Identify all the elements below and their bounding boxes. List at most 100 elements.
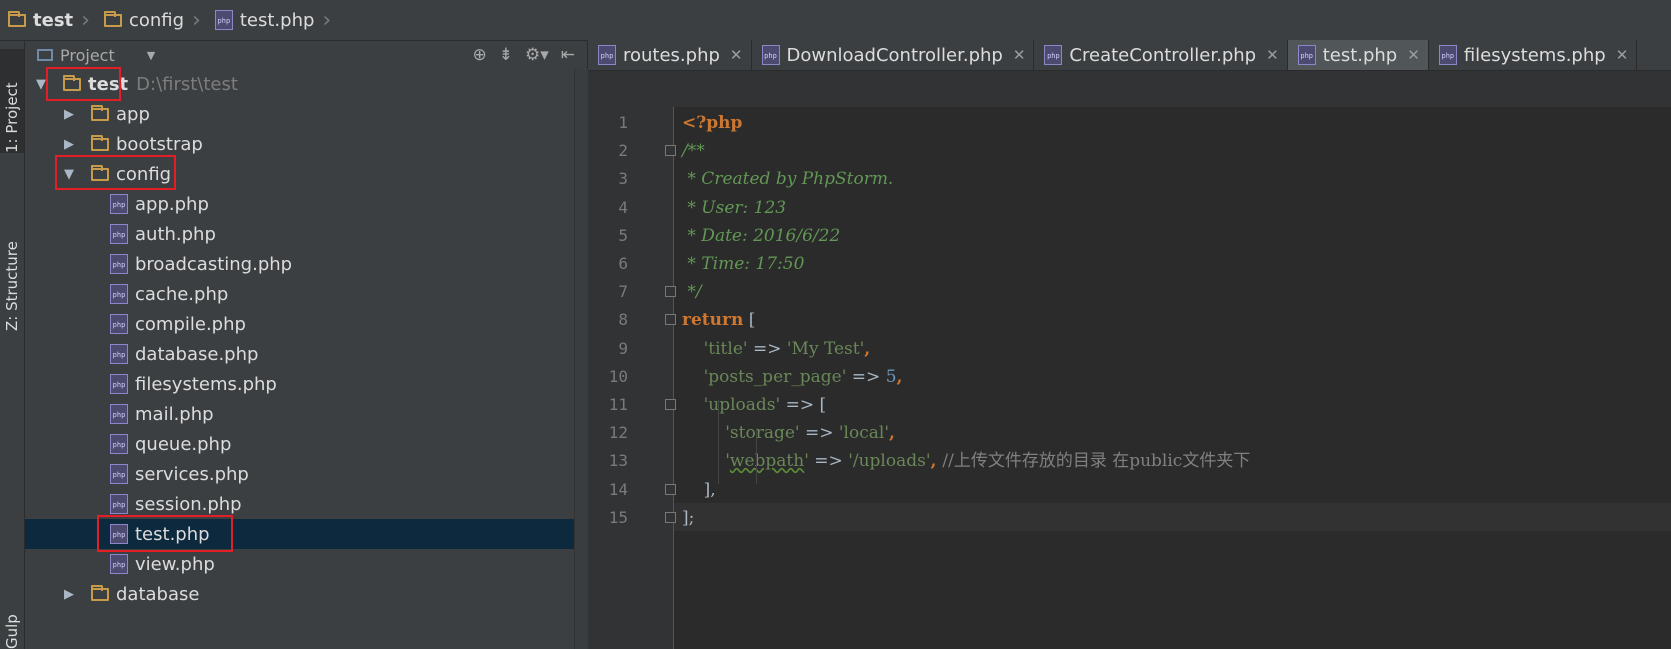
tree-item-label: view.php — [135, 553, 215, 575]
editor-tab-label: filesystems.php — [1463, 44, 1606, 66]
close-tab-icon[interactable]: ✕ — [1407, 46, 1420, 64]
hide-panel-icon[interactable]: ⇤ — [561, 45, 575, 65]
code-token: ' — [682, 451, 730, 472]
breadcrumb-item-config[interactable]: config › — [96, 0, 207, 40]
code-token: */ — [682, 282, 702, 303]
code-line: 'webpath' => '/uploads', //上传文件存放的目录 在pu… — [682, 447, 1250, 475]
code-token: , — [889, 423, 895, 444]
project-panel-header: Project ▼ ⊕ ⇟ ⚙▾ ⇤ — [25, 41, 587, 70]
tree-folder-row[interactable]: ▶ app — [25, 99, 587, 129]
tree-item-label: app.php — [135, 193, 209, 215]
fold-marker-icon[interactable] — [665, 145, 676, 157]
collapse-arrow-icon[interactable]: ▶ — [61, 137, 77, 152]
breadcrumb-item-test[interactable]: test › — [0, 0, 96, 40]
code-token: 'posts_per_page' — [682, 366, 847, 387]
line-number: 7 — [618, 282, 628, 302]
tool-window-structure-tab[interactable]: Z: Structure — [0, 211, 24, 331]
settings-gear-icon[interactable]: ⚙▾ — [525, 45, 549, 65]
editor-tab-label: CreateController.php — [1069, 44, 1257, 66]
fold-marker-icon[interactable] — [665, 483, 676, 495]
line-number: 6 — [618, 254, 628, 273]
tool-window-project-tab[interactable]: 1: Project — [0, 49, 24, 153]
tree-file-row[interactable]: php services.php — [25, 459, 587, 489]
code-token: * Time: 17:50 — [682, 254, 805, 274]
php-file-icon: php — [1438, 45, 1457, 65]
tree-file-row[interactable]: php database.php — [25, 339, 587, 369]
code-line: * Date: 2016/6/22 — [682, 222, 840, 250]
indent-guide — [718, 400, 719, 484]
folder-icon — [8, 10, 26, 27]
tool-window-gulp-tab[interactable]: Gulp — [0, 601, 24, 649]
code-token: 'My Test' — [786, 338, 865, 359]
tool-window-label: Gulp — [3, 614, 21, 649]
collapse-arrow-icon[interactable]: ▶ — [61, 107, 77, 122]
locate-file-icon[interactable]: ⊕ — [472, 45, 486, 65]
tree-file-row[interactable]: php filesystems.php — [25, 369, 587, 399]
line-number: 9 — [618, 338, 628, 358]
fold-marker-icon[interactable] — [665, 399, 676, 410]
tree-item-label: bootstrap — [116, 133, 203, 155]
tree-file-row[interactable]: php cache.php — [25, 279, 587, 309]
tree-file-row[interactable]: php view.php — [25, 549, 587, 579]
line-number: 1 — [618, 113, 628, 132]
collapse-all-icon[interactable]: ⇟ — [499, 45, 513, 65]
line-number: 2 — [618, 141, 628, 161]
tree-item-label: auth.php — [135, 223, 216, 245]
editor-tab-label: routes.php — [623, 44, 720, 66]
collapse-arrow-icon[interactable]: ▶ — [61, 587, 77, 602]
php-file-icon: php — [110, 194, 128, 214]
editor-tab[interactable]: php test.php ✕ — [1287, 40, 1429, 70]
tree-file-row[interactable]: php mail.php — [25, 399, 587, 429]
close-tab-icon[interactable]: ✕ — [730, 46, 743, 64]
tree-folder-row[interactable]: ▶ database — [25, 579, 587, 609]
fold-marker-icon[interactable] — [665, 314, 676, 326]
breadcrumb-item-test-php[interactable]: php test.php › — [207, 0, 337, 40]
close-tab-icon[interactable]: ✕ — [1616, 46, 1629, 64]
tree-file-row[interactable]: php app.php — [25, 189, 587, 219]
tree-item-label: session.php — [135, 493, 242, 515]
fold-marker-icon[interactable] — [665, 511, 676, 523]
code-token: => [ — [780, 395, 827, 415]
fold-marker-icon[interactable] — [665, 286, 676, 298]
php-file-icon: php — [110, 344, 128, 364]
project-panel-tools: ⊕ ⇟ ⚙▾ ⇤ — [472, 45, 575, 65]
line-number: 12 — [608, 423, 628, 443]
php-file-icon: php — [1044, 45, 1063, 65]
editor-tab[interactable]: php DownloadController.php ✕ — [752, 40, 1035, 70]
code-token: return — [682, 310, 744, 331]
close-tab-icon[interactable]: ✕ — [1013, 46, 1026, 64]
close-tab-icon[interactable]: ✕ — [1266, 46, 1279, 64]
php-file-icon: php — [598, 45, 616, 65]
code-token: 'uploads' — [682, 395, 781, 415]
line-number: 15 — [608, 507, 628, 527]
editor-tab[interactable]: php filesystems.php ✕ — [1429, 40, 1638, 70]
code-line: */ — [682, 278, 702, 306]
line-number: 13 — [608, 451, 628, 471]
breadcrumb-separator: › — [192, 7, 201, 33]
tree-file-row[interactable]: php broadcasting.php — [25, 249, 587, 279]
tool-window-label: Z: Structure — [3, 241, 21, 331]
code-line: * User: 123 — [682, 194, 786, 222]
line-number: 3 — [618, 169, 628, 189]
project-panel-title: Project — [60, 45, 115, 65]
code-token: , — [896, 366, 903, 387]
php-file-icon: php — [1297, 45, 1316, 65]
code-token: 'storage' — [682, 423, 800, 444]
tree-scrollbar[interactable] — [574, 69, 588, 649]
code-line: <?php — [682, 109, 742, 137]
editor-tab[interactable]: php CreateController.php ✕ — [1034, 40, 1288, 70]
project-path-hint: D:\first\test — [136, 73, 238, 95]
line-number: 4 — [618, 197, 628, 217]
editor-tab[interactable]: php routes.php ✕ — [588, 40, 752, 70]
chevron-down-icon: ▼ — [146, 48, 156, 62]
code-line: 'uploads' => [ — [682, 391, 827, 419]
tree-file-row[interactable]: php queue.php — [25, 429, 587, 459]
navigation-breadcrumb: test › config › php test.php › — [0, 0, 1671, 41]
tree-file-row[interactable]: php auth.php — [25, 219, 587, 249]
line-number: 8 — [618, 310, 628, 330]
project-view-selector[interactable]: Project ▼ — [37, 46, 155, 65]
code-line: ], — [682, 476, 716, 504]
tree-file-row[interactable]: php compile.php — [25, 309, 587, 339]
line-number: 11 — [608, 395, 628, 414]
tree-item-label: broadcasting.php — [135, 253, 293, 275]
